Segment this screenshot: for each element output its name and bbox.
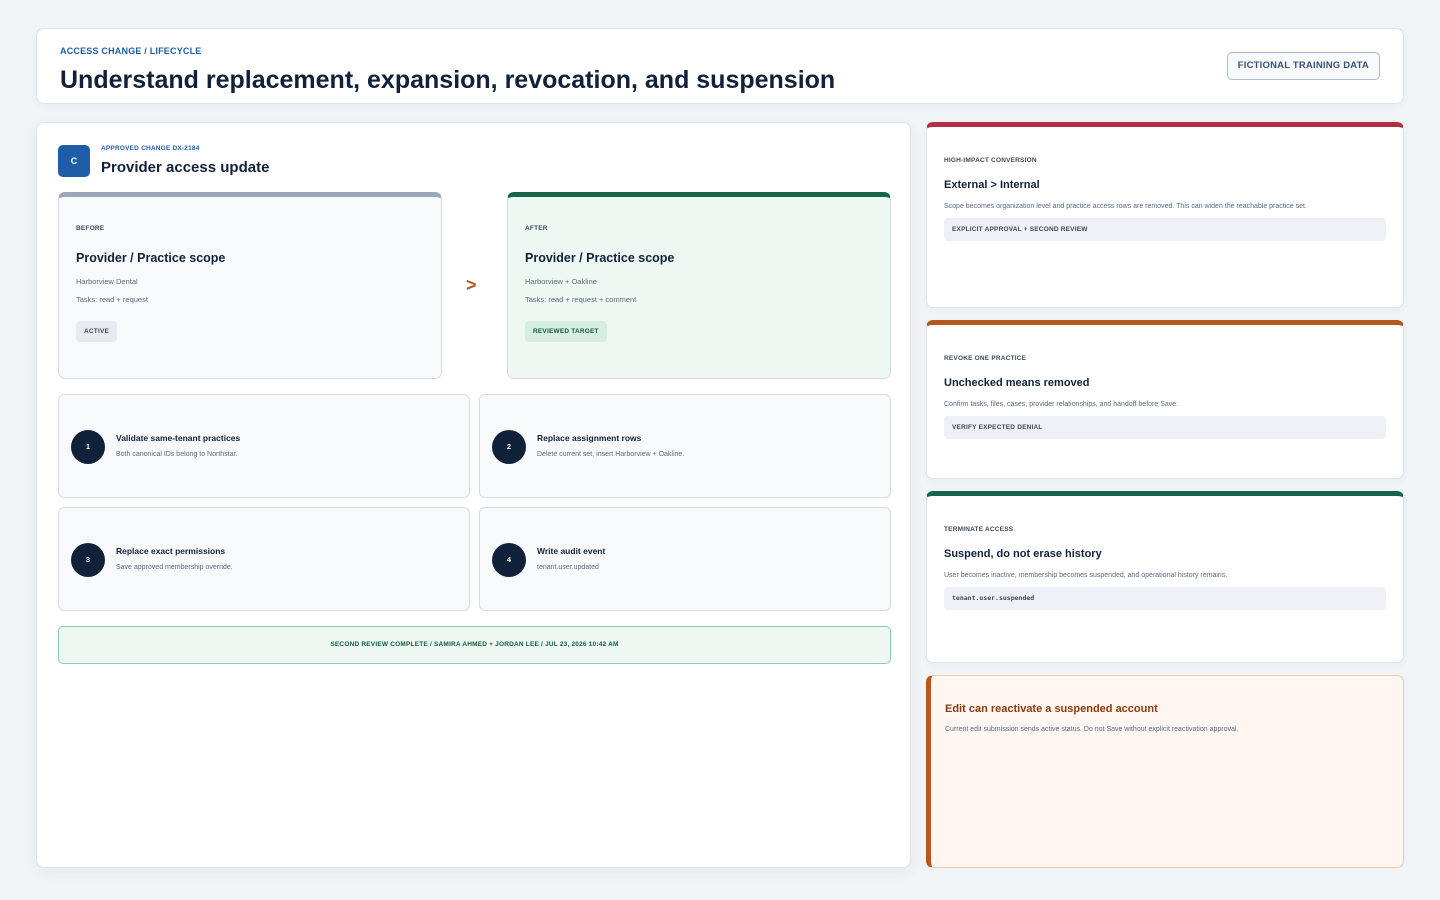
change-title: Provider access update <box>101 159 270 176</box>
step-number: 3 <box>71 543 105 577</box>
transition-arrow-icon: > <box>466 275 477 295</box>
card-description: Scope becomes organization level and pra… <box>944 203 1307 210</box>
after-title: Provider / Practice scope <box>525 251 675 265</box>
step-description: tenant.user.updated <box>537 564 599 571</box>
after-scope-card: AFTER Provider / Practice scope Harborvi… <box>507 192 891 379</box>
before-tasks: Tasks: read + request <box>76 295 148 304</box>
breadcrumb: ACCESS CHANGE / LIFECYCLE <box>60 46 202 56</box>
terminate-card: TERMINATE ACCESS Suspend, do not erase h… <box>926 491 1404 663</box>
step-description: Both canonical IDs belong to Northstar. <box>116 451 238 458</box>
card-tag: EXPLICIT APPROVAL + SECOND REVIEW <box>944 218 1386 241</box>
training-data-badge: FICTIONAL TRAINING DATA <box>1226 52 1380 80</box>
change-avatar: C <box>58 145 90 177</box>
card-tag: VERIFY EXPECTED DENIAL <box>944 416 1386 439</box>
after-label: AFTER <box>525 225 548 232</box>
before-label: BEFORE <box>76 225 105 232</box>
step-title: Replace exact permissions <box>116 546 226 556</box>
card-kicker: TERMINATE ACCESS <box>944 526 1014 533</box>
step-number: 1 <box>71 430 105 464</box>
step-title: Write audit event <box>537 546 606 556</box>
before-practice: Harborview Dental <box>76 277 138 286</box>
before-scope-card: BEFORE Provider / Practice scope Harborv… <box>58 192 442 379</box>
after-tasks: Tasks: read + request + comment <box>525 295 637 304</box>
step-card: 4 Write audit event tenant.user.updated <box>479 507 891 611</box>
card-title: Unchecked means removed <box>944 377 1090 389</box>
after-status-badge: REVIEWED TARGET <box>525 321 607 342</box>
card-description: Confirm tasks, files, cases, provider re… <box>944 401 1179 408</box>
conversion-card: HIGH-IMPACT CONVERSION External > Intern… <box>926 122 1404 308</box>
step-number: 4 <box>492 543 526 577</box>
before-title: Provider / Practice scope <box>76 251 226 265</box>
step-number: 2 <box>492 430 526 464</box>
review-status-banner: SECOND REVIEW COMPLETE / SAMIRA AHMED + … <box>58 626 891 664</box>
page-header: ACCESS CHANGE / LIFECYCLE Understand rep… <box>36 28 1404 104</box>
step-description: Save approved membership override. <box>116 564 233 571</box>
warning-description: Current edit submission sends active sta… <box>945 726 1239 733</box>
change-id: APPROVED CHANGE DX-2184 <box>101 145 200 152</box>
change-panel: C APPROVED CHANGE DX-2184 Provider acces… <box>36 122 911 868</box>
step-description: Delete current set, insert Harborview + … <box>537 451 685 458</box>
card-title: External > Internal <box>944 179 1040 191</box>
card-title: Suspend, do not erase history <box>944 548 1102 560</box>
before-status-badge: ACTIVE <box>76 321 118 342</box>
step-card: 3 Replace exact permissions Save approve… <box>58 507 470 611</box>
warning-title: Edit can reactivate a suspended account <box>945 703 1158 715</box>
card-kicker: HIGH-IMPACT CONVERSION <box>944 157 1037 164</box>
revoke-card: REVOKE ONE PRACTICE Unchecked means remo… <box>926 320 1404 479</box>
step-card: 1 Validate same-tenant practices Both ca… <box>58 394 470 498</box>
step-title: Validate same-tenant practices <box>116 433 241 443</box>
card-description: User becomes inactive, membership become… <box>944 572 1228 579</box>
after-practice: Harborview + Oakline <box>525 277 597 286</box>
step-card: 2 Replace assignment rows Delete current… <box>479 394 891 498</box>
page-title: Understand replacement, expansion, revoc… <box>60 66 836 94</box>
reactivation-warning: Edit can reactivate a suspended account … <box>926 675 1404 868</box>
card-tag: tenant.user.suspended <box>944 587 1386 610</box>
card-kicker: REVOKE ONE PRACTICE <box>944 355 1027 362</box>
step-title: Replace assignment rows <box>537 433 642 443</box>
